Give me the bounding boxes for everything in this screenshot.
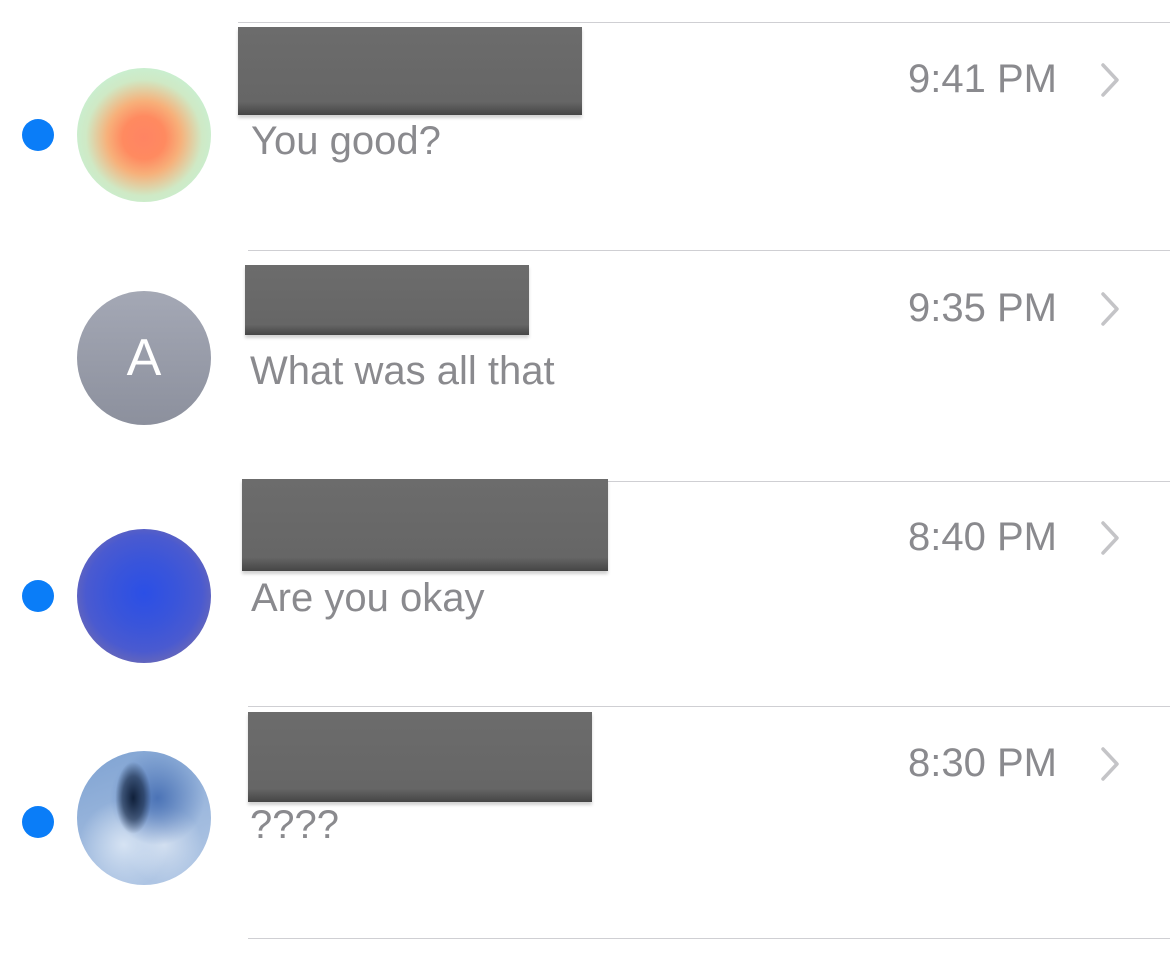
chevron-right-icon (1101, 747, 1119, 781)
redacted-contact-name (245, 265, 529, 335)
chevron-right-icon (1101, 63, 1119, 97)
row-separator (248, 938, 1170, 939)
unread-dot-icon (22, 119, 54, 151)
contact-avatar[interactable] (77, 529, 211, 663)
conversation-row[interactable]: A What was all that 9:35 PM (0, 251, 1170, 479)
message-preview: Are you okay (251, 576, 485, 620)
message-time: 9:35 PM (908, 286, 1057, 330)
message-preview: ???? (250, 803, 339, 847)
message-time: 8:40 PM (908, 515, 1057, 559)
conversation-row[interactable]: You good? 9:41 PM (0, 23, 1170, 251)
message-preview: What was all that (250, 349, 555, 393)
message-preview: You good? (251, 119, 441, 163)
chevron-right-icon (1101, 521, 1119, 555)
conversation-row[interactable]: ???? 8:30 PM (0, 707, 1170, 935)
redacted-contact-name (242, 479, 608, 571)
unread-dot-icon (22, 806, 54, 838)
message-time: 9:41 PM (908, 57, 1057, 101)
contact-avatar[interactable] (77, 68, 211, 202)
contact-avatar[interactable]: A (77, 291, 211, 425)
avatar-initial: A (126, 329, 162, 387)
unread-dot-icon (22, 580, 54, 612)
chevron-right-icon (1101, 292, 1119, 326)
redacted-contact-name (248, 712, 592, 802)
conversation-row[interactable]: Are you okay 8:40 PM (0, 479, 1170, 710)
contact-avatar[interactable] (77, 751, 211, 885)
message-time: 8:30 PM (908, 741, 1057, 785)
redacted-contact-name (238, 27, 582, 115)
